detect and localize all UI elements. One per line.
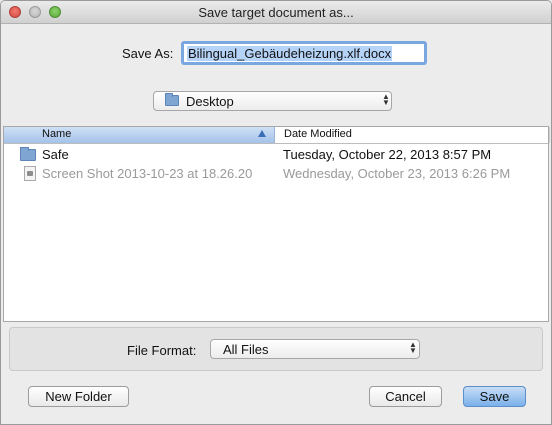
column-header-date-modified[interactable]: Date Modified <box>275 127 550 143</box>
file-format-value: All Files <box>223 342 269 357</box>
file-row-screen-shot: Screen Shot 2013-10-23 at 18.26.20 Wedne… <box>4 164 548 182</box>
column-header-date-label: Date Modified <box>284 128 352 140</box>
save-as-label: Save As: <box>122 46 174 61</box>
file-name: Safe <box>42 147 69 162</box>
file-format-popup[interactable]: All Files ▲ ▼ <box>210 339 420 359</box>
save-dialog: Save target document as... Save As: Bili… <box>0 0 552 425</box>
sort-ascending-icon <box>258 130 266 137</box>
window-title: Save target document as... <box>198 5 354 20</box>
file-format-label: File Format: <box>127 343 197 358</box>
image-file-icon <box>24 166 36 181</box>
popup-arrows-icon: ▲ ▼ <box>409 340 417 355</box>
save-as-filename-input[interactable]: Bilingual_Gebäudeheizung.xlf.docx <box>181 41 427 65</box>
popup-arrows-icon: ▲ ▼ <box>382 92 390 107</box>
title-bar: Save target document as... <box>1 1 551 24</box>
save-button[interactable]: Save <box>463 386 526 407</box>
file-browser-list[interactable]: Name Date Modified Safe Tuesday, October… <box>3 126 550 322</box>
file-row-safe[interactable]: Safe Tuesday, October 22, 2013 8:57 PM <box>4 145 548 163</box>
file-name: Screen Shot 2013-10-23 at 18.26.20 <box>42 166 253 181</box>
column-header-name-label: Name <box>42 128 72 140</box>
column-header-name[interactable]: Name <box>4 127 275 143</box>
folder-icon <box>20 147 36 161</box>
list-header: Name Date Modified <box>4 127 550 144</box>
filename-text: Bilingual_Gebäudeheizung.xlf.docx <box>187 46 393 61</box>
location-label: Desktop <box>186 94 234 109</box>
file-date: Wednesday, October 23, 2013 6:26 PM <box>283 166 511 181</box>
column-divider <box>549 127 550 143</box>
cancel-button[interactable]: Cancel <box>369 386 442 407</box>
folder-icon <box>165 93 179 106</box>
new-folder-button[interactable]: New Folder <box>28 386 129 407</box>
file-date: Tuesday, October 22, 2013 8:57 PM <box>283 147 492 162</box>
location-popup[interactable]: Desktop ▲ ▼ <box>153 91 392 111</box>
